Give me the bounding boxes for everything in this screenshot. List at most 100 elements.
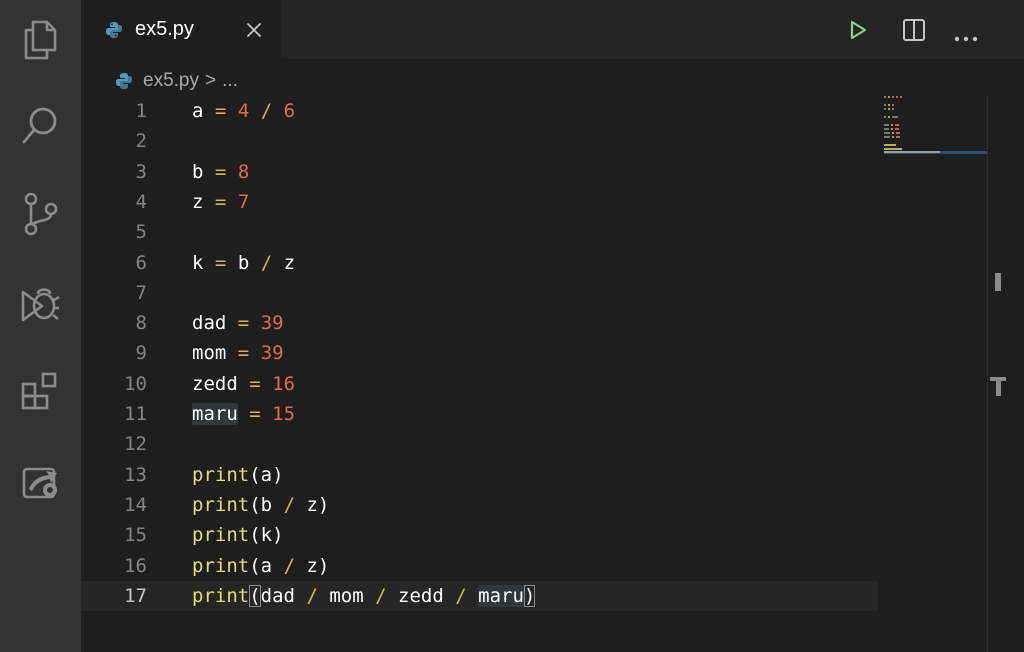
code-token: = xyxy=(237,312,250,335)
code-token: = xyxy=(249,372,261,395)
vertical-scrollbar[interactable] xyxy=(987,96,988,652)
code-token: ( xyxy=(249,493,261,516)
line-number: 12 xyxy=(124,433,147,456)
code-token: b xyxy=(192,160,204,183)
extensions-icon[interactable] xyxy=(15,366,65,416)
code-token: / xyxy=(375,584,387,607)
run-debug-icon[interactable] xyxy=(15,279,65,329)
editor-pane[interactable]: ex5.py > ... 1 a = 4 / 6 2 3 b = 8 4 z = 7 5 6 k … xyxy=(81,59,1024,652)
source-control-icon[interactable] xyxy=(15,189,65,239)
code-line[interactable]: 17 print(dad / mom / zedd / maru) xyxy=(81,580,878,611)
python-file-icon xyxy=(105,21,123,43)
split-editor-icon[interactable] xyxy=(902,18,926,46)
activity-bar xyxy=(0,0,81,652)
code-token: ) xyxy=(317,554,330,577)
close-icon[interactable] xyxy=(245,21,263,43)
code-token: ) xyxy=(317,493,330,516)
play-icon[interactable] xyxy=(848,19,868,45)
line-source[interactable]: zedd = 16 xyxy=(192,369,295,399)
tab-ex5-py[interactable]: ex5.py xyxy=(81,0,281,59)
code-token: b xyxy=(260,493,273,516)
line-source[interactable]: z = 7 xyxy=(192,187,249,217)
code-line[interactable]: 6 k = b / z xyxy=(81,248,878,278)
code-token: / xyxy=(260,100,273,122)
line-number: 15 xyxy=(124,524,147,547)
code-line[interactable]: 16 print(a / z) xyxy=(81,551,878,581)
code-token: ( xyxy=(249,463,261,486)
code-token: 7 xyxy=(237,190,250,213)
code-token: k xyxy=(192,251,204,274)
line-source[interactable]: mom = 39 xyxy=(192,338,284,368)
code-token: print xyxy=(192,463,250,486)
line-source[interactable]: print(dad / mom / zedd / maru) xyxy=(192,581,536,611)
line-source[interactable]: print(b / z) xyxy=(192,490,329,520)
explorer-icon[interactable] xyxy=(15,15,65,65)
more-actions-icon[interactable] xyxy=(954,27,978,46)
code-line[interactable]: 8 dad = 39 xyxy=(81,308,878,338)
line-source[interactable]: k = b / z xyxy=(192,248,295,278)
code-token: z xyxy=(306,493,318,516)
code-line[interactable]: 13 print(a) xyxy=(81,460,878,490)
code-line[interactable]: 11 maru = 15 xyxy=(81,399,878,429)
code-token: / xyxy=(283,493,296,516)
search-icon[interactable] xyxy=(15,101,65,151)
line-number: 2 xyxy=(135,130,147,153)
code-token: dad xyxy=(260,584,295,607)
code-line[interactable]: 9 mom = 39 xyxy=(81,338,878,368)
line-source[interactable]: a = 4 / 6 xyxy=(192,96,295,126)
line-number: 8 xyxy=(135,312,147,335)
python-file-icon xyxy=(115,72,133,90)
code-token: 4 xyxy=(237,100,250,122)
minimap[interactable] xyxy=(884,96,988,156)
code-line[interactable]: 12 xyxy=(81,429,878,459)
code-line[interactable]: 15 print(k) xyxy=(81,520,878,550)
code-token: 15 xyxy=(272,403,296,425)
code-token: 6 xyxy=(283,100,296,122)
code-token: ) xyxy=(272,463,284,486)
breadcrumb-more[interactable]: ... xyxy=(222,70,238,92)
breadcrumb-file[interactable]: ex5.py xyxy=(143,70,199,92)
code-token: 8 xyxy=(237,160,250,183)
code-token: zedd xyxy=(192,372,238,395)
line-number: 5 xyxy=(135,221,147,244)
code-token: = xyxy=(214,100,227,122)
code-token: ( xyxy=(249,584,261,607)
line-source[interactable]: dad = 39 xyxy=(192,308,284,338)
code-token: zedd xyxy=(398,584,444,607)
code-token: 39 xyxy=(260,312,284,335)
code-token: a xyxy=(260,463,273,486)
code-line[interactable]: 4 z = 7 xyxy=(81,187,878,217)
line-source[interactable]: print(a) xyxy=(192,460,284,490)
line-source[interactable]: print(a / z) xyxy=(192,551,329,581)
code-line[interactable]: 1 a = 4 / 6 xyxy=(81,96,878,126)
line-source[interactable]: print(k) xyxy=(192,520,284,550)
code-token: / xyxy=(260,251,273,274)
code-line[interactable]: 10 zedd = 16 xyxy=(81,369,878,399)
code-token: maru xyxy=(478,584,524,607)
code-line[interactable]: 2 xyxy=(81,126,878,156)
remote-explorer-icon[interactable] xyxy=(15,455,65,505)
code-line[interactable]: 3 b = 8 xyxy=(81,157,878,187)
code-line[interactable]: 14 print(b / z) xyxy=(81,490,878,520)
code-line[interactable]: 5 xyxy=(81,217,878,247)
code-line[interactable]: 7 xyxy=(81,278,878,308)
line-source[interactable]: maru = 15 xyxy=(192,399,295,429)
overview-ruler-marker xyxy=(995,273,1001,291)
line-source[interactable]: b = 8 xyxy=(192,157,249,187)
code-token: ) xyxy=(523,584,536,607)
